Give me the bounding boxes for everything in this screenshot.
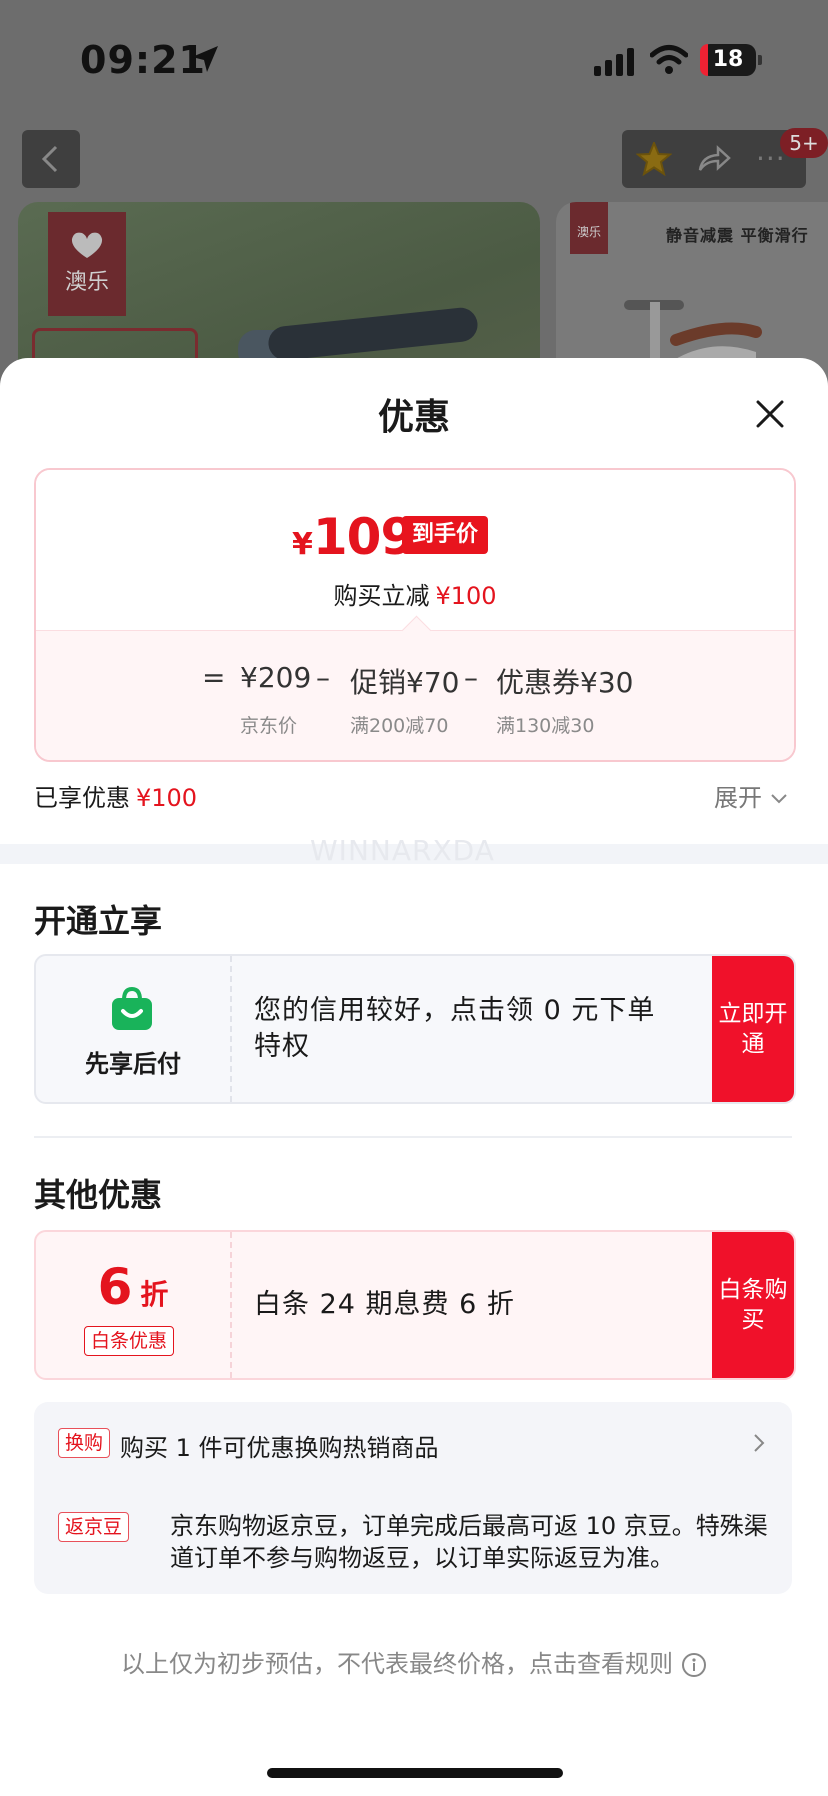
enjoyed-discount: 已享优惠 ¥100 [34,778,197,813]
chevron-left-icon [41,145,58,173]
open-now-button[interactable]: 立即开通 [712,956,794,1102]
baitiao-buy-button[interactable]: 白条购买 [712,1232,794,1378]
baitiao-offer-card[interactable]: 6折 白条优惠 白条 24 期息费 6 折 白条购买 [34,1230,796,1380]
top-actions: ··· [622,130,806,188]
status-bar: 09:21 18 [0,0,828,110]
shopping-bag-icon [112,986,152,1030]
open-section-title: 开通立享 [34,902,163,940]
back-button[interactable] [22,130,80,188]
heart-logo-icon [71,232,103,258]
cellular-signal-icon [594,48,634,76]
battery-level: 18 [712,47,744,72]
formula-minus-2: – [464,661,478,694]
credit-offer-label: 先享后付 [85,1050,181,1078]
formula-promo: 促销¥70 [350,666,460,699]
discount-tag: 白条优惠 [84,1326,175,1356]
price-summary: ¥109 到手价 购买立减 ¥100 [36,470,794,630]
expand-label: 展开 [714,784,762,812]
credit-offer-text: 您的信用较好，点击领 0 元下单特权 [254,995,656,1062]
credit-offer-card[interactable]: 先享后付 您的信用较好，点击领 0 元下单特权 立即开通 [34,954,796,1104]
message-badge: 5+ [780,128,828,158]
bean-tag: 返京豆 [58,1512,130,1542]
brand-logo: 澳乐 [48,212,126,316]
formula-promo-rule: 满200减70 [350,715,449,737]
swap-text: 购买 1 件可优惠换购热销商品 [120,1434,439,1462]
final-price-amount: 109 [312,508,415,566]
enjoyed-amount: ¥100 [136,784,198,812]
background-page: 09:21 18 ··· 5+ 澳乐 澳乐 静音减震 平衡滑行 [0,0,828,400]
formula-coupon: 优惠券¥30 [496,666,634,699]
bean-row: 返京豆 京东购物返京豆，订单完成后最高可返 10 京豆。特殊渠道订单不参与购物返… [58,1510,778,1574]
reduce-amount: ¥100 [435,582,497,610]
formula-row: = ¥209 京东价 – 促销¥70 满200减70 – 优惠券¥30 满130… [36,661,794,737]
info-icon [682,1653,706,1677]
final-price: ¥109 [292,508,415,566]
chevron-right-icon[interactable] [752,1432,766,1454]
final-price-tag: 到手价 [402,516,489,554]
bean-text: 京东购物返京豆，订单完成后最高可返 10 京豆。特殊渠道订单不参与购物返豆，以订… [170,1512,768,1572]
formula-minus-1: – [316,661,330,694]
location-arrow-icon [192,46,218,72]
formula-jd-price-label: 京东价 [240,715,298,737]
wifi-icon [650,45,688,74]
price-breakdown-card: ¥109 到手价 购买立减 ¥100 = ¥209 京东价 – 促销¥70 满20… [34,468,796,762]
discount-value: 6折 [36,1258,230,1316]
star-icon[interactable] [636,142,672,176]
battery-indicator: 18 [700,44,762,76]
status-time: 09:21 [80,38,206,82]
reduce-label: 购买立减 [333,582,430,610]
reduce-line: 购买立减 ¥100 [36,576,794,611]
discount-sheet: 优惠 ¥109 到手价 购买立减 ¥100 = ¥209 京东价 – 促销¥70 … [0,358,828,1796]
share-icon[interactable] [696,144,732,174]
chevron-down-icon [771,794,787,804]
side-image-text: 静音减震 平衡滑行 [666,226,809,245]
enjoyed-label: 已享优惠 [34,784,130,812]
formula-equals: = [202,661,226,694]
baitiao-offer-left: 6折 白条优惠 [36,1232,232,1378]
formula-jd-price: ¥209 [240,661,312,694]
credit-offer-left: 先享后付 [36,956,232,1102]
close-icon[interactable] [750,394,790,434]
watermark: WINNARXDA [310,834,495,867]
formula-coupon-rule: 满130减30 [496,715,595,737]
brand-logo-text: 澳乐 [64,270,109,295]
home-indicator [267,1768,563,1778]
swap-tag: 换购 [58,1428,111,1458]
swap-row[interactable]: 换购 购买 1 件可优惠换购热销商品 [58,1428,758,1463]
divider-line [34,1136,792,1138]
sheet-title: 优惠 [377,397,450,438]
baitiao-offer-text: 白条 24 期息费 6 折 [254,1289,515,1320]
other-section-title: 其他优惠 [34,1176,163,1214]
expand-button[interactable]: 展开 [714,778,788,813]
handlebar-grip [266,306,480,362]
side-brand-logo: 澳乐 [570,202,608,254]
final-price-currency: ¥ [292,527,313,562]
discount-unit: 折 [140,1278,169,1311]
disclaimer-text: 以上仅为初步预估，不代表最终价格，点击查看规则 [121,1650,673,1678]
rules-disclaimer[interactable]: 以上仅为初步预估，不代表最终价格，点击查看规则 [0,1644,828,1679]
price-formula: = ¥209 京东价 – 促销¥70 满200减70 – 优惠券¥30 满130… [36,630,794,760]
extra-benefits-box: 换购 购买 1 件可优惠换购热销商品 返京豆 京东购物返京豆，订单完成后最高可返 … [34,1402,792,1594]
discount-number: 6 [97,1258,133,1316]
